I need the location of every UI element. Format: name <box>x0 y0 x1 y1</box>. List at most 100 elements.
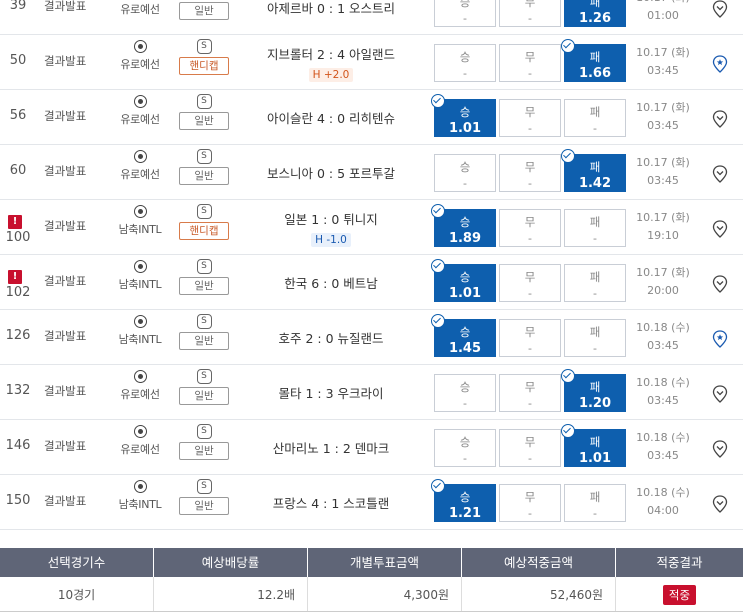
odds-lose-button[interactable]: 패- <box>564 264 626 302</box>
summary-header: 선택경기수 예상배당률 개별투표금액 예상적중금액 적중결과 <box>0 548 743 577</box>
pin-icon[interactable] <box>712 0 728 18</box>
warning-icon: ! <box>8 270 22 284</box>
odds-win-button[interactable]: 승 1.01 <box>431 94 496 137</box>
match-score: 아제르바 0 : 1 오스트리 <box>266 1 395 16</box>
odds-win-button[interactable]: 승- <box>434 44 496 82</box>
match-datetime: 10.17 (화) 03:45 <box>628 154 698 190</box>
pin-icon[interactable] <box>712 275 728 293</box>
match-datetime: 10.17 (화) 19:10 <box>628 209 698 245</box>
odds-label: 승 <box>459 215 471 229</box>
header-expected-odds: 예상배당률 <box>154 548 308 577</box>
check-icon <box>561 369 575 383</box>
match-datetime: 10.17 (화) 01:00 <box>628 0 698 25</box>
odds-value: 1.01 <box>578 451 612 466</box>
result-status: 결과발표 <box>44 219 87 233</box>
odds-draw-button[interactable]: 무- <box>499 374 561 412</box>
match-score: 지브롤터 2 : 4 아일랜드 <box>266 47 395 62</box>
odds-win-button[interactable]: 승- <box>434 154 496 192</box>
pin-icon[interactable] <box>712 220 728 238</box>
pin-icon[interactable] <box>712 385 728 403</box>
odds-lose-button[interactable]: 패 1.20 <box>561 369 626 412</box>
odds-value: - <box>463 67 467 80</box>
odds-value: - <box>528 232 532 245</box>
odds-lose-button[interactable]: 패 1.01 <box>561 424 626 467</box>
league-name: 유로예선 <box>120 3 160 16</box>
soccer-ball-icon <box>133 370 147 383</box>
odds-win-button[interactable]: 승 1.21 <box>431 479 496 522</box>
odds-value: - <box>593 507 597 520</box>
pin-icon[interactable] <box>712 110 728 128</box>
match-date: 10.17 (화) <box>636 46 690 59</box>
game-type: S일반 <box>178 0 230 20</box>
odds-label: 패 <box>589 50 601 64</box>
check-icon <box>561 149 575 163</box>
match-datetime: 10.17 (화) 20:00 <box>628 264 698 300</box>
match-row: 132 결과발표 유로예선 S 일반 몰타 1 : 3 우크라이 승 - 무 - 패 1.20 10.1… <box>0 365 743 420</box>
pin-icon[interactable] <box>712 165 728 183</box>
game-type: S일반 <box>178 479 230 515</box>
odds-draw-button[interactable]: 무- <box>499 154 561 192</box>
odds-win-button[interactable]: 승 1.45 <box>431 314 496 357</box>
odds-label: 패 <box>589 325 601 339</box>
odds-draw-button[interactable]: 무- <box>499 264 561 302</box>
odds-lose-button[interactable]: 패 1.42 <box>561 149 626 192</box>
result-status: 결과발표 <box>44 109 87 123</box>
value-expected-odds: 12.2배 <box>154 577 308 611</box>
pin-icon[interactable] <box>712 495 728 513</box>
summary-values: 10경기 12.2배 4,300원 52,460원 적중 <box>0 577 743 612</box>
warning-icon: ! <box>8 215 22 229</box>
odds-label: 무 <box>524 435 536 449</box>
odds-lose-button[interactable]: 패 1.66 <box>561 39 626 82</box>
league-name: 남축INTL <box>118 498 162 511</box>
odds-draw-button[interactable]: 무- <box>499 484 561 522</box>
pin-active-icon[interactable] <box>712 330 728 348</box>
odds-draw-button[interactable]: 무- <box>499 209 561 247</box>
odds-draw-button[interactable]: 무- <box>499 319 561 357</box>
odds-win-button[interactable]: 승- <box>434 0 496 27</box>
soccer-ball-icon <box>133 425 147 438</box>
odds-win-button[interactable]: 승- <box>434 374 496 412</box>
odds-draw-button[interactable]: 무- <box>499 99 561 137</box>
match-datetime: 10.18 (수) 03:45 <box>628 429 698 465</box>
odds-draw-button[interactable]: 무- <box>499 429 561 467</box>
odds-lose-button[interactable]: 패- <box>564 209 626 247</box>
league-name: 유로예선 <box>120 113 160 126</box>
result-status: 결과발표 <box>44 164 87 178</box>
sport-column: 남축INTL <box>112 260 168 292</box>
odds-win-button[interactable]: 승 1.01 <box>431 259 496 302</box>
bet-type-badge: 일반 <box>179 387 229 405</box>
match-info: 호주 2 : 0 뉴질랜드 <box>240 328 422 347</box>
league-name: 유로예선 <box>120 388 160 401</box>
match-datetime: 10.18 (수) 03:45 <box>628 374 698 410</box>
odds-value: - <box>463 177 467 190</box>
odds-value: 1.01 <box>448 121 482 136</box>
game-number: 126 <box>5 328 31 343</box>
odds-value: - <box>463 452 467 465</box>
odds-label: 무 <box>524 325 536 339</box>
match-time: 03:45 <box>647 449 679 462</box>
match-info: 한국 6 : 0 베트남 <box>240 273 422 292</box>
match-datetime: 10.18 (수) 04:00 <box>628 484 698 520</box>
header-selected-count: 선택경기수 <box>0 548 154 577</box>
odds-label: 무 <box>524 490 536 504</box>
odds-draw-button[interactable]: 무- <box>499 0 561 27</box>
odds-draw-button[interactable]: 무- <box>499 44 561 82</box>
match-time: 03:45 <box>647 394 679 407</box>
odds-lose-button[interactable]: 패- <box>564 99 626 137</box>
pin-active-icon[interactable] <box>712 55 728 73</box>
odds-win-button[interactable]: 승- <box>434 429 496 467</box>
odds-win-button[interactable]: 승 1.89 <box>431 204 496 247</box>
result-badge: 적중 <box>662 585 697 605</box>
odds-lose-button[interactable]: 패- <box>564 319 626 357</box>
odds-value: 1.26 <box>578 11 612 26</box>
header-bet-amount: 개별투표금액 <box>308 548 462 577</box>
sport-column: 남축INTL <box>112 315 168 347</box>
single-badge-icon: S <box>196 259 212 274</box>
pin-icon[interactable] <box>712 440 728 458</box>
odds-lose-button[interactable]: 패 1.26 <box>564 0 626 27</box>
bet-type-badge: 일반 <box>179 332 229 350</box>
odds-lose-button[interactable]: 패- <box>564 484 626 522</box>
single-badge-icon: S <box>196 314 212 329</box>
odds-label: 승 <box>459 435 471 449</box>
match-row: ! 100 결과발표 남축INTL S 핸디캡 일본 1 : 0 튀니지 H -1.0 승 1.8… <box>0 200 743 255</box>
